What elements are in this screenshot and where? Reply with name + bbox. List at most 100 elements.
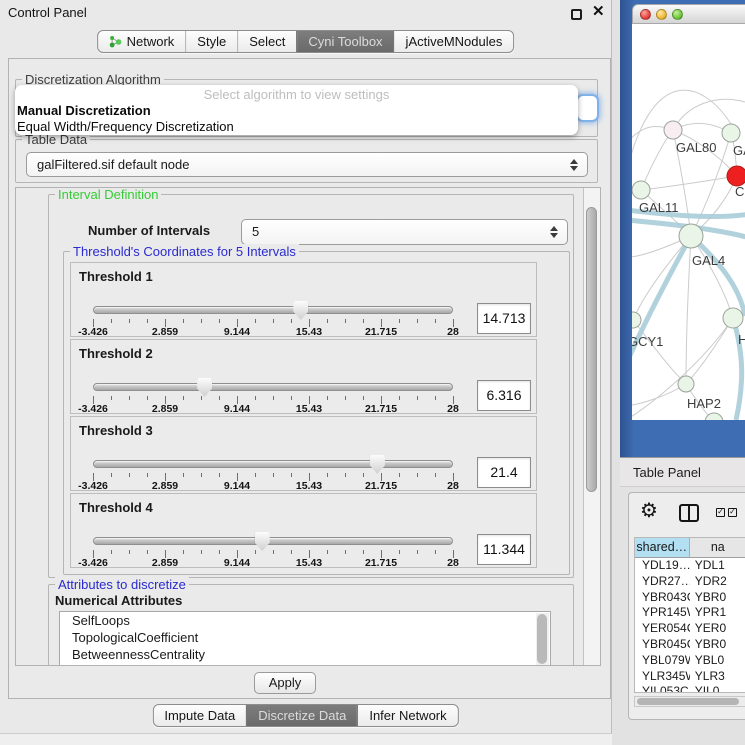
tab-label: jActiveMNodules <box>406 34 503 49</box>
attributes-to-discretize-group: Attributes to discretize Numerical Attri… <box>48 584 574 666</box>
tab-cyni-toolbox[interactable]: Cyni Toolbox <box>296 31 393 52</box>
tab-label: Network <box>127 34 175 49</box>
network-node-gal11[interactable] <box>632 181 650 199</box>
slider-thumb-icon[interactable] <box>293 301 308 320</box>
network-node-ga[interactable] <box>722 124 740 142</box>
tab-impute-data[interactable]: Impute Data <box>153 705 246 726</box>
threshold-slider[interactable] <box>93 383 453 393</box>
close-traffic-light-icon[interactable] <box>640 9 651 20</box>
tick-label: 21.715 <box>365 326 397 338</box>
select-columns-icons[interactable]: ✓ ✓ <box>716 508 737 517</box>
network-node-gal80[interactable] <box>664 121 682 139</box>
slider-thumb-icon[interactable] <box>197 378 212 397</box>
cell-shared-name: YLR345W <box>635 669 690 685</box>
cell-name: YPR1 <box>690 605 745 621</box>
tick-label: 21.715 <box>365 557 397 569</box>
attribute-list-item[interactable]: SelfLoops <box>60 612 550 629</box>
threshold-slider[interactable] <box>93 537 453 547</box>
slider-track[interactable] <box>93 306 453 314</box>
tick-label: -3.426 <box>78 557 108 569</box>
table-row[interactable]: YLR345WYLR3 <box>635 669 745 685</box>
number-of-intervals-combobox[interactable]: 5 <box>241 219 568 245</box>
float-window-icon[interactable] <box>571 9 582 20</box>
table-row[interactable]: YBL079WYBL0 <box>635 653 745 669</box>
table-panel-title: Table Panel <box>633 465 701 480</box>
cell-name: YIL0 <box>690 684 745 693</box>
table-row[interactable]: YBR045CYBR0 <box>635 637 745 653</box>
threshold-slider[interactable] <box>93 460 453 470</box>
cell-shared-name: YPR145W <box>635 605 690 621</box>
threshold-slider[interactable] <box>93 306 453 316</box>
settings-vertical-scrollbar[interactable] <box>583 188 600 665</box>
network-node-gal4[interactable] <box>679 224 703 248</box>
threshold-coordinates-group: Threshold's Coordinates for 5 Intervals … <box>63 251 570 575</box>
node-label: GA <box>733 143 745 158</box>
table-row[interactable]: YER054CYER0 <box>635 621 745 637</box>
cell-shared-name: YBL079W <box>635 653 690 669</box>
tab-select[interactable]: Select <box>237 31 296 52</box>
tick-label: 2.859 <box>152 557 178 569</box>
table-row[interactable]: YPR145WYPR1 <box>635 605 745 621</box>
tick-label: 21.715 <box>365 480 397 492</box>
network-node-c[interactable] <box>727 166 745 186</box>
attribute-list-item[interactable]: TopologicalCoefficient <box>60 629 550 646</box>
table-horizontal-scrollbar[interactable] <box>634 696 745 707</box>
threshold-value-field[interactable]: 21.4 <box>477 457 531 488</box>
apply-button[interactable]: Apply <box>254 672 316 694</box>
tab-jactivemnodules[interactable]: jActiveMNodules <box>394 31 514 52</box>
cell-shared-name: YER054C <box>635 621 690 637</box>
network-node-h[interactable] <box>723 308 743 328</box>
table-row[interactable]: YBR043CYBR0 <box>635 590 745 606</box>
gear-icon[interactable]: ⚙ <box>640 500 658 522</box>
algorithm-combobox-focus-fragment[interactable] <box>578 96 597 120</box>
threshold-value-field[interactable]: 6.316 <box>477 380 531 411</box>
tick-label: 9.144 <box>224 557 250 569</box>
slider-track[interactable] <box>93 460 453 468</box>
algorithm-placeholder-option[interactable]: Select algorithm to view settings <box>15 87 578 103</box>
close-icon[interactable]: ✕ <box>592 2 605 20</box>
numerical-attributes-label: Numerical Attributes <box>55 593 182 608</box>
zoom-traffic-light-icon[interactable] <box>672 9 683 20</box>
tab-infer-network[interactable]: Infer Network <box>357 705 457 726</box>
tick-label: 2.859 <box>152 403 178 415</box>
threshold-value-field[interactable]: 14.713 <box>477 303 531 334</box>
split-columns-icon[interactable] <box>679 504 699 522</box>
window-title: Control Panel <box>8 5 87 20</box>
combobox-stepper-icon <box>550 226 558 238</box>
tab-label: Discretize Data <box>258 708 346 723</box>
slider-track[interactable] <box>93 383 453 391</box>
table-row[interactable]: YDR27…YDR2 <box>635 574 745 590</box>
network-view-window: GAL80GACGAL11GAL4GCY1HHAP2 <box>620 0 745 457</box>
node-label: H <box>738 332 745 347</box>
node-label: GAL11 <box>639 200 679 215</box>
table-data-combobox[interactable]: galFiltered.sif default node <box>26 152 588 177</box>
tab-style[interactable]: Style <box>185 31 237 52</box>
column-header-shared-name[interactable]: shared… <box>635 538 690 557</box>
table-row[interactable]: YDL19…YDL1 <box>635 558 745 574</box>
network-node-gcy1[interactable] <box>632 312 641 328</box>
threshold-value-field[interactable]: 11.344 <box>477 534 531 565</box>
attributes-list-scrollbar[interactable] <box>536 613 549 666</box>
slider-track[interactable] <box>93 537 453 545</box>
threshold-row: Threshold 4-3.4262.8599.14415.4321.71528… <box>70 493 537 568</box>
cell-name: YLR3 <box>690 669 745 685</box>
algorithm-option[interactable]: Equal Width/Frequency Discretization <box>15 119 578 135</box>
minimize-traffic-light-icon[interactable] <box>656 9 667 20</box>
slider-thumb-icon[interactable] <box>370 455 385 474</box>
cell-shared-name: YIL053C <box>635 684 690 693</box>
network-canvas[interactable]: GAL80GACGAL11GAL4GCY1HHAP2 <box>632 24 745 420</box>
algorithm-option[interactable]: Manual Discretization <box>15 103 578 119</box>
network-node-hap2[interactable] <box>678 376 694 392</box>
tick-label: 21.715 <box>365 403 397 415</box>
column-header-name[interactable]: na <box>690 538 745 557</box>
node-attribute-table: shared… na YDL19…YDL1YDR27…YDR2YBR043CYB… <box>634 537 745 693</box>
cell-shared-name: YDL19… <box>635 558 690 574</box>
tab-label: Cyni Toolbox <box>308 34 382 49</box>
tab-discretize-data[interactable]: Discretize Data <box>246 705 357 726</box>
slider-thumb-icon[interactable] <box>255 532 270 551</box>
table-row[interactable]: YIL053CYIL0 <box>635 684 745 693</box>
tab-network[interactable]: Network <box>98 31 186 52</box>
number-of-intervals-value: 5 <box>252 220 259 243</box>
attribute-list-item[interactable]: BetweennessCentrality <box>60 646 550 663</box>
threshold-label: Threshold 1 <box>79 269 153 284</box>
